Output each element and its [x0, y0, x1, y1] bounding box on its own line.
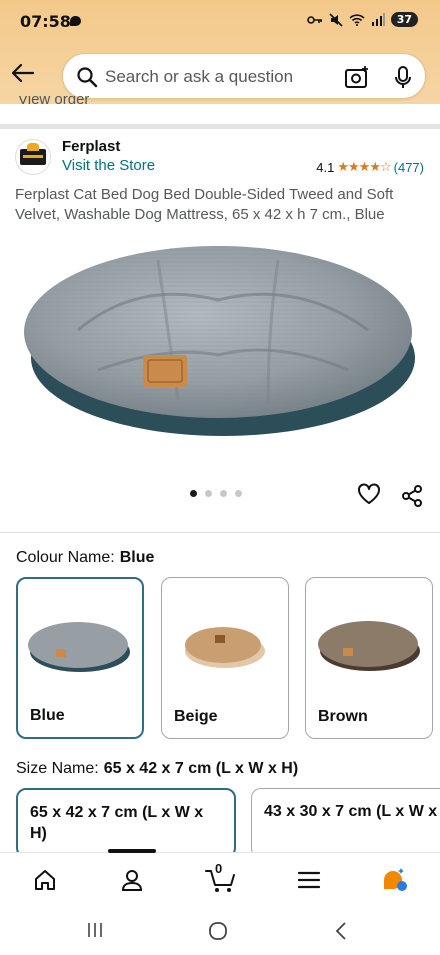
status-icons: 37: [306, 12, 418, 27]
brand-name: Ferplast: [62, 138, 121, 155]
rufus-assistant-icon: [384, 868, 407, 891]
bottom-navigation: 0: [0, 849, 440, 906]
product-title: Ferplast Cat Bed Dog Bed Double-Sided Tw…: [15, 186, 394, 223]
search-icon: [77, 67, 98, 88]
active-tab-indicator: [108, 849, 156, 853]
section-divider: [0, 124, 440, 129]
divider: [0, 532, 440, 533]
status-time: 07:58: [20, 12, 71, 31]
visit-store-link[interactable]: Visit the Store: [62, 157, 155, 174]
colour-label-text: Colour Name:: [16, 549, 115, 566]
carousel-dot[interactable]: [205, 490, 212, 497]
search-input[interactable]: Search or ask a question: [105, 67, 293, 87]
system-navigation-bar: [0, 906, 440, 955]
mute-icon: [329, 12, 343, 27]
menu-icon: [297, 871, 321, 889]
product-image[interactable]: [18, 240, 422, 445]
size-selected-value: 65 x 42 x 7 cm (L x W x H): [103, 760, 299, 777]
rating-value: 4.1: [316, 159, 335, 175]
arrow-left-icon: [11, 63, 35, 83]
pet-bed-image: [24, 246, 415, 436]
colour-label: Colour Name: Blue: [16, 549, 154, 567]
key-icon: [306, 15, 322, 24]
size-option-label: 65 x 42 x 7 cm (L x W x H): [30, 804, 204, 842]
nav-account[interactable]: [117, 865, 147, 895]
camera-search-icon[interactable]: [344, 65, 370, 89]
message-notification-icon: [70, 16, 81, 26]
home-circle-icon[interactable]: [208, 921, 228, 941]
size-option-label: 43 x 30 x 7 cm (L x W x H): [264, 803, 440, 820]
carousel-dot[interactable]: [235, 490, 242, 497]
cart-count-badge: 0: [215, 861, 223, 876]
user-icon: [121, 870, 143, 891]
home-icon: [35, 870, 55, 890]
star-rating-icon: ★★★★☆: [337, 159, 391, 174]
rating-summary[interactable]: 4.1 ★★★★☆ (477): [316, 159, 424, 175]
carousel-dot[interactable]: [220, 490, 227, 497]
size-option-65x42[interactable]: 65 x 42 x 7 cm (L x W x H): [16, 788, 236, 858]
carousel-dot[interactable]: [190, 490, 197, 497]
share-icon[interactable]: [400, 484, 424, 508]
signal-icon: [371, 13, 385, 26]
colour-option-beige[interactable]: Beige: [161, 577, 289, 739]
brand-logo[interactable]: [15, 139, 51, 175]
nav-cart[interactable]: 0: [204, 861, 238, 895]
battery-indicator: 37: [390, 12, 418, 27]
nav-home[interactable]: [30, 865, 60, 895]
swatch-label: Beige: [174, 708, 218, 725]
wifi-icon: [349, 14, 365, 26]
status-bar: 07:58 37: [0, 0, 440, 44]
previous-section-peek: View order: [18, 96, 90, 108]
swatch-image: [306, 590, 432, 700]
nav-menu[interactable]: [294, 865, 324, 895]
swatch-image: [18, 591, 142, 701]
size-label: Size Name: 65 x 42 x 7 cm (L x W x H): [16, 760, 298, 778]
image-carousel-dots[interactable]: [190, 490, 242, 497]
colour-option-blue[interactable]: Blue: [16, 577, 144, 739]
nav-rufus[interactable]: [380, 865, 410, 895]
swatch-label: Blue: [30, 707, 65, 724]
colour-option-brown[interactable]: Brown: [305, 577, 433, 739]
back-button[interactable]: [8, 58, 38, 88]
rating-count: (477): [393, 159, 424, 175]
recent-apps-icon[interactable]: [86, 921, 104, 939]
size-option-43x30[interactable]: 43 x 30 x 7 cm (L x W x H): [251, 788, 440, 858]
colour-selected-value: Blue: [119, 549, 155, 566]
microphone-icon[interactable]: [394, 66, 412, 90]
swatch-label: Brown: [318, 708, 368, 725]
app-header: 07:58 37 Search or ask a question: [0, 0, 440, 104]
heart-icon[interactable]: [357, 483, 381, 505]
size-label-text: Size Name:: [16, 760, 99, 777]
ferplast-logo-icon: [20, 143, 46, 165]
search-bar[interactable]: Search or ask a question: [62, 53, 426, 99]
swatch-image: [162, 590, 288, 700]
back-chevron-icon[interactable]: [334, 921, 348, 941]
